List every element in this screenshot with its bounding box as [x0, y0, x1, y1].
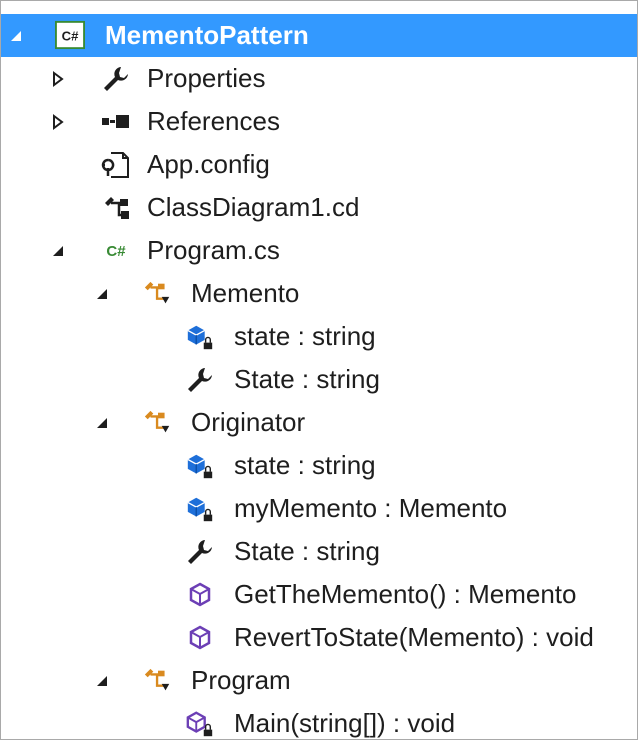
tree-node-app-config[interactable]: App.config [1, 143, 637, 186]
class-icon [143, 408, 173, 438]
tree-node-member[interactable]: State : string [1, 530, 637, 573]
method-icon [185, 580, 215, 610]
expanded-arrow-icon[interactable] [91, 401, 113, 444]
program-cs-label: Program.cs [147, 235, 280, 265]
member-label: State : string [234, 364, 380, 394]
tree-node-class-originator[interactable]: Originator [1, 401, 637, 444]
member-label: State : string [234, 536, 380, 566]
class-icon [143, 279, 173, 309]
expanded-arrow-icon[interactable] [91, 659, 113, 702]
private-field-icon [185, 451, 215, 481]
references-icon [101, 107, 131, 137]
member-label: state : string [234, 450, 376, 480]
tree-node-class-program[interactable]: Program [1, 659, 637, 702]
private-field-icon [185, 322, 215, 352]
class-memento-label: Memento [191, 278, 300, 308]
tree-node-member[interactable]: state : string [1, 444, 637, 487]
tree-node-class-diagram[interactable]: ClassDiagram1.cd [1, 186, 637, 229]
class-icon [143, 666, 173, 696]
member-label: myMemento : Memento [234, 493, 508, 523]
class-originator-label: Originator [191, 407, 306, 437]
tree-node-project[interactable]: C# MementoPattern [1, 14, 637, 57]
csharp-file-icon: C# [101, 236, 131, 266]
member-label: RevertToState(Memento) : void [234, 622, 594, 652]
tree-node-properties[interactable]: Properties [1, 57, 637, 100]
private-method-icon [185, 709, 215, 739]
class-diagram-label: ClassDiagram1.cd [147, 192, 360, 222]
solution-explorer-tree: C# MementoPattern Properties References … [0, 0, 638, 740]
private-field-icon [185, 494, 215, 524]
tree-node-member[interactable]: GetTheMemento() : Memento [1, 573, 637, 616]
class-program-label: Program [191, 665, 291, 695]
tree-node-member[interactable]: state : string [1, 315, 637, 358]
wrench-icon [101, 64, 131, 94]
tree-node-member[interactable]: Main(string[]) : void [1, 702, 637, 739]
svg-text:C#: C# [62, 29, 79, 44]
collapsed-arrow-icon[interactable] [47, 57, 69, 100]
references-label: References [147, 106, 280, 136]
expanded-arrow-icon[interactable] [91, 272, 113, 315]
member-label: GetTheMemento() : Memento [234, 579, 577, 609]
property-icon [185, 537, 215, 567]
csharp-project-icon: C# [55, 20, 85, 50]
tree-node-member[interactable]: RevertToState(Memento) : void [1, 616, 637, 659]
method-icon [185, 623, 215, 653]
tree-node-references[interactable]: References [1, 100, 637, 143]
member-label: Main(string[]) : void [234, 708, 456, 738]
tree-node-member[interactable]: myMemento : Memento [1, 487, 637, 530]
svg-text:C#: C# [106, 243, 126, 260]
property-icon [185, 365, 215, 395]
tree-node-member[interactable]: State : string [1, 358, 637, 401]
expanded-arrow-icon[interactable] [5, 14, 27, 57]
properties-label: Properties [147, 63, 266, 93]
app-config-label: App.config [147, 149, 270, 179]
collapsed-arrow-icon[interactable] [47, 100, 69, 143]
project-label: MementoPattern [105, 20, 309, 50]
expanded-arrow-icon[interactable] [47, 229, 69, 272]
config-file-icon [101, 150, 131, 180]
tree-node-class-memento[interactable]: Memento [1, 272, 637, 315]
tree-node-program-cs[interactable]: C# Program.cs [1, 229, 637, 272]
member-label: state : string [234, 321, 376, 351]
class-diagram-icon [101, 193, 131, 223]
